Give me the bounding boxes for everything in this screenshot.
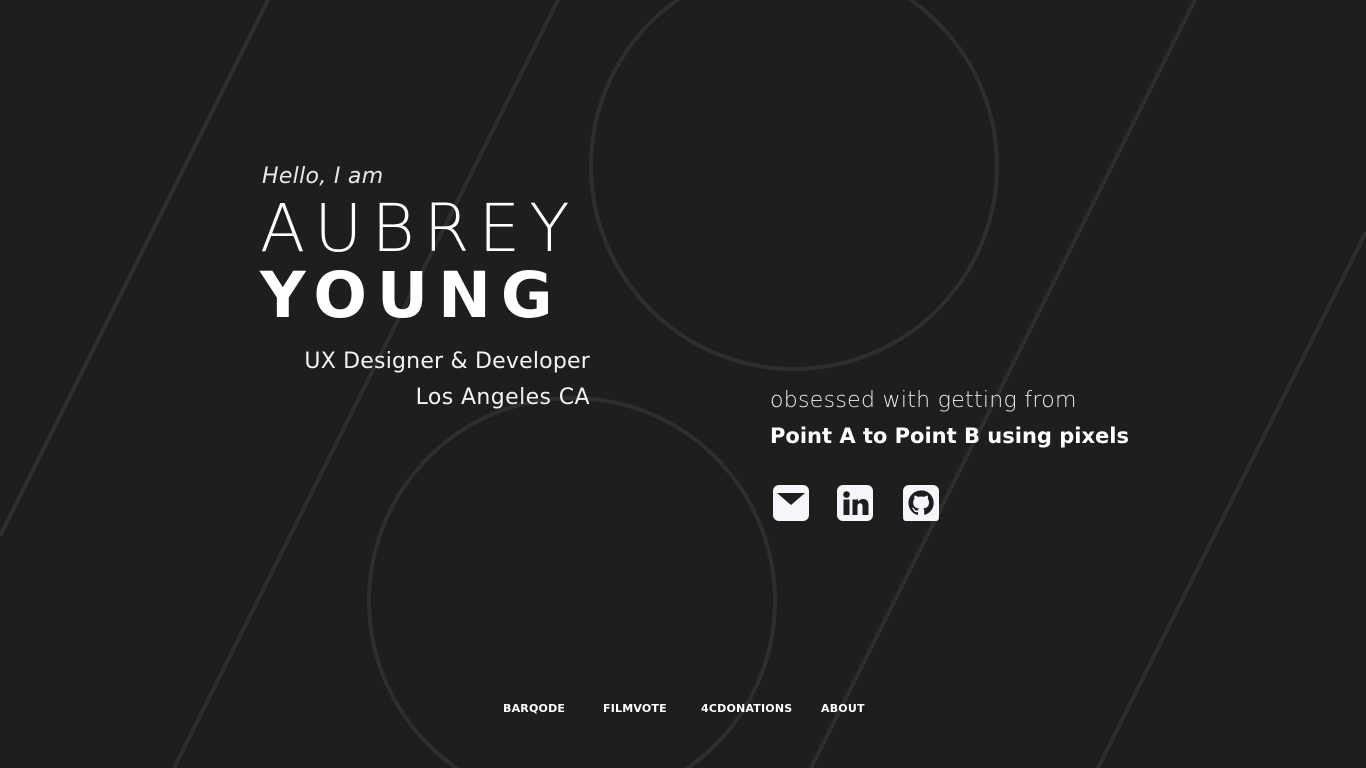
location-text: Los Angeles CA bbox=[415, 385, 590, 410]
background-decoration bbox=[0, 0, 1366, 768]
diagonal-line bbox=[172, 0, 560, 768]
first-name-heading: AUBREY bbox=[260, 190, 579, 267]
last-name-heading: YOUNG bbox=[260, 259, 563, 332]
nav-link-about[interactable]: ABOUT bbox=[821, 702, 865, 715]
diagonal-line bbox=[0, 0, 270, 537]
greeting-text: Hello, I am bbox=[262, 164, 384, 189]
github-link[interactable] bbox=[902, 484, 940, 522]
nav-link-4cdonations[interactable]: 4CDONATIONS bbox=[701, 702, 792, 715]
tagline-emphasis: Point A to Point B using pixels bbox=[770, 424, 1129, 448]
diagonal-line bbox=[1096, 231, 1366, 768]
decorative-circle bbox=[589, 0, 999, 371]
nav-link-filmvote[interactable]: FILMVOTE bbox=[603, 702, 667, 715]
landing-page: Hello, I am AUBREY YOUNG UX Designer & D… bbox=[0, 0, 1366, 768]
tagline-intro: obsessed with getting from bbox=[770, 388, 1077, 413]
email-icon bbox=[773, 485, 809, 521]
github-icon bbox=[903, 485, 939, 521]
linkedin-icon bbox=[837, 485, 873, 521]
job-title: UX Designer & Developer bbox=[304, 349, 590, 374]
email-link[interactable] bbox=[772, 484, 810, 522]
diagonal-line bbox=[809, 0, 1197, 768]
linkedin-link[interactable] bbox=[836, 484, 874, 522]
nav-link-barqode[interactable]: BARQODE bbox=[503, 702, 565, 715]
